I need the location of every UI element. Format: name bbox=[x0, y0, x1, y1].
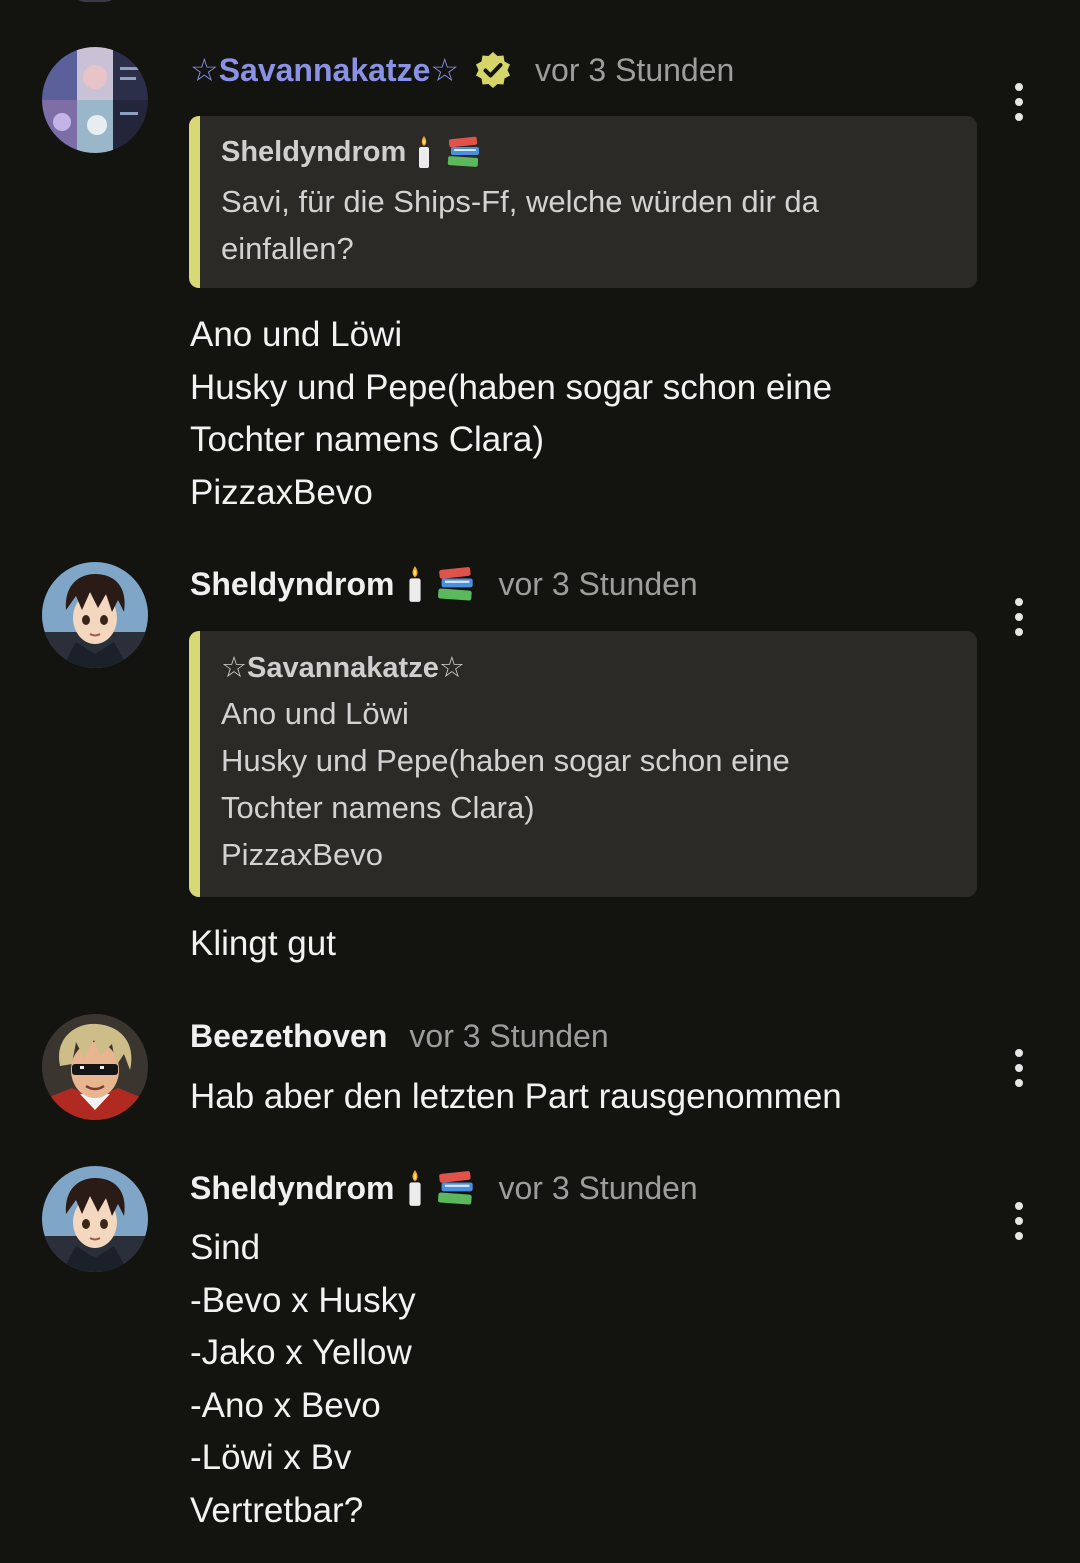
comment-header: Sheldyndrom vor 3 Stunden bbox=[190, 561, 698, 607]
body-line: -Bevo x Husky bbox=[190, 1280, 416, 1320]
body-line: Vertretbar? bbox=[190, 1490, 364, 1530]
books-icon bbox=[446, 136, 482, 168]
body-line: Klingt gut bbox=[190, 924, 336, 963]
candle-icon bbox=[406, 1169, 424, 1207]
previous-avatar-edge bbox=[70, 0, 120, 2]
comment-header: Beezethoven vor 3 Stunden bbox=[190, 1013, 609, 1059]
username[interactable]: Beezethoven bbox=[190, 1018, 387, 1055]
quote-author: Sheldyndrom bbox=[221, 132, 947, 172]
timestamp: vor 3 Stunden bbox=[535, 51, 735, 88]
comment-header: Sheldyndrom vor 3 Stunden bbox=[190, 1165, 698, 1211]
body-line: -Ano x Bevo bbox=[190, 1385, 381, 1425]
verified-badge-icon bbox=[473, 50, 513, 90]
comment-body: Sind -Bevo x Husky -Jako x Yellow -Ano x… bbox=[190, 1222, 416, 1537]
more-options-icon[interactable] bbox=[1002, 1197, 1036, 1245]
timestamp: vor 3 Stunden bbox=[498, 1169, 698, 1206]
comment-header: ☆Savannakatze☆ vor 3 Stunden bbox=[190, 47, 734, 93]
username[interactable]: Sheldyndrom bbox=[190, 566, 394, 603]
avatar[interactable] bbox=[42, 1014, 148, 1120]
body-line: Husky und Pepe(haben sogar schon eine bbox=[190, 367, 833, 407]
quote-line: PizzaxBevo bbox=[221, 837, 383, 872]
comment-body: Hab aber den letzten Part rausgenommen bbox=[190, 1071, 842, 1124]
candle-icon bbox=[416, 135, 432, 169]
username[interactable]: Sheldyndrom bbox=[190, 1170, 394, 1207]
body-line: Tochter namens Clara) bbox=[190, 420, 545, 459]
quote-line: Ano und Löwi bbox=[221, 696, 409, 731]
quote-line: Husky und Pepe(haben sogar schon eine bbox=[221, 743, 790, 778]
timestamp: vor 3 Stunden bbox=[498, 565, 698, 602]
comment-body: Klingt gut bbox=[190, 918, 336, 971]
avatar[interactable] bbox=[42, 562, 148, 668]
quote-author-name: ☆Savannakatze☆ bbox=[221, 651, 465, 684]
avatar[interactable] bbox=[42, 1166, 148, 1272]
avatar[interactable] bbox=[42, 47, 148, 153]
quote-text: Savi, für die Ships-Ff, welche würden di… bbox=[221, 178, 947, 272]
quote-text: Ano und Löwi Husky und Pepe(haben sogar … bbox=[221, 690, 947, 878]
body-line: -Jako x Yellow bbox=[190, 1333, 412, 1372]
quote-author: ☆Savannakatze☆ bbox=[221, 647, 947, 687]
quote-line: Tochter namens Clara) bbox=[221, 790, 535, 825]
quote-author-name: Sheldyndrom bbox=[221, 135, 407, 168]
quote-line: Savi, für die Ships-Ff, welche würden di… bbox=[221, 184, 819, 219]
username[interactable]: ☆Savannakatze☆ bbox=[190, 51, 459, 89]
more-options-icon[interactable] bbox=[1002, 1044, 1036, 1092]
comment-body: Ano und Löwi Husky und Pepe(haben sogar … bbox=[190, 309, 832, 519]
timestamp: vor 3 Stunden bbox=[409, 1017, 609, 1054]
more-options-icon[interactable] bbox=[1002, 78, 1036, 126]
body-line: Ano und Löwi bbox=[190, 315, 403, 354]
quoted-message[interactable]: ☆Savannakatze☆ Ano und Löwi Husky und Pe… bbox=[189, 631, 977, 897]
books-icon bbox=[436, 1170, 476, 1206]
candle-icon bbox=[406, 565, 424, 603]
body-line: -Löwi x Bv bbox=[190, 1438, 352, 1477]
books-icon bbox=[436, 566, 476, 602]
body-line: PizzaxBevo bbox=[190, 472, 373, 512]
more-options-icon[interactable] bbox=[1002, 593, 1036, 641]
quote-line: einfallen? bbox=[221, 231, 354, 266]
quoted-message[interactable]: Sheldyndrom Savi, für die Ships-Ff, welc… bbox=[189, 116, 977, 288]
body-line: Hab aber den letzten Part rausgenommen bbox=[190, 1077, 842, 1116]
body-line: Sind bbox=[190, 1228, 261, 1267]
